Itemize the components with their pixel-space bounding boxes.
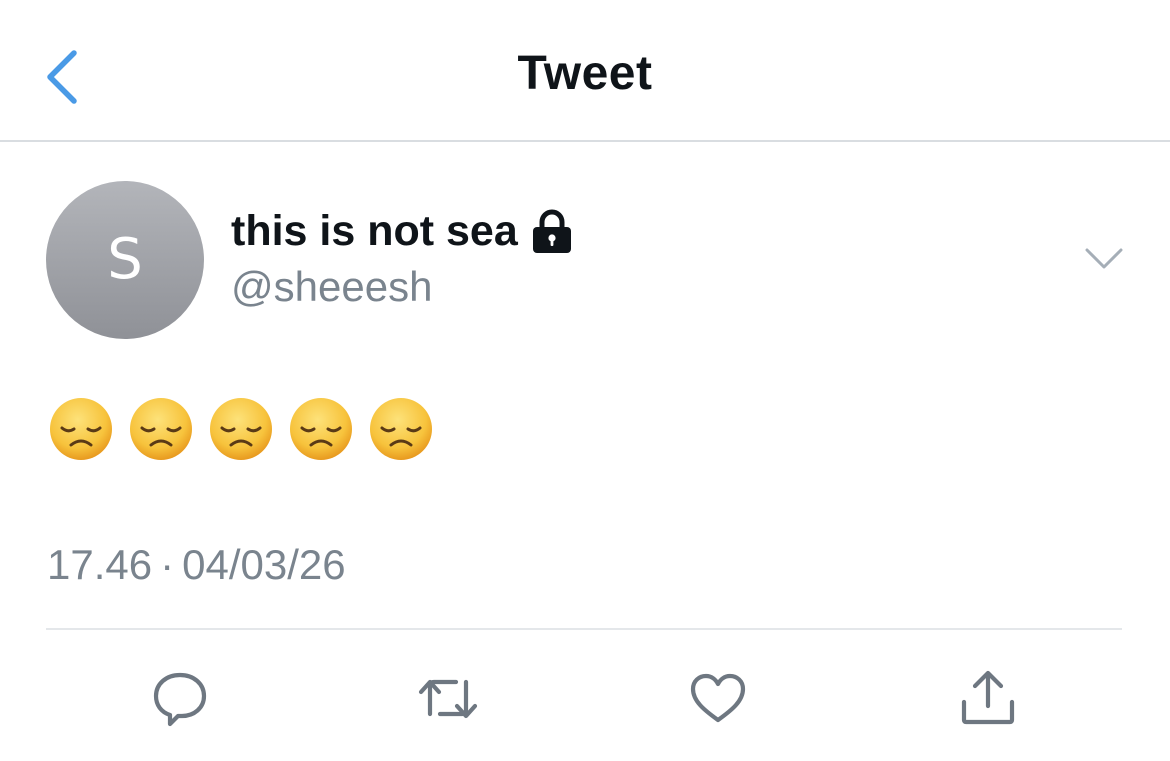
- disappointed-face-icon: [210, 398, 272, 460]
- tweet-text: [48, 396, 434, 462]
- chevron-down-icon[interactable]: [1084, 246, 1124, 272]
- disappointed-face-icon: [50, 398, 112, 460]
- heart-icon: [690, 673, 746, 723]
- display-name: this is not sea: [231, 206, 518, 255]
- disappointed-face-icon: [290, 398, 352, 460]
- lock-icon: [532, 209, 571, 253]
- author-name-row[interactable]: this is not sea: [231, 208, 574, 254]
- share-icon: [961, 670, 1015, 725]
- actions-divider: [46, 628, 1122, 630]
- share-button[interactable]: [956, 666, 1020, 730]
- avatar-initial: S: [107, 227, 143, 292]
- tweet-timestamp: 17.46 · 04/03/26: [47, 544, 346, 586]
- retweet-button[interactable]: [416, 666, 480, 730]
- comment-bubble-icon: [153, 672, 207, 727]
- disappointed-face-icon: [370, 398, 432, 460]
- tweet-detail-screen: Tweet S this is not sea @sheeesh 17.46 ·…: [0, 0, 1170, 761]
- tweet-time: 17.46: [47, 541, 153, 588]
- nav-bar: Tweet: [0, 0, 1170, 142]
- timestamp-separator: ·: [160, 541, 175, 588]
- disappointed-face-icon: [130, 398, 192, 460]
- avatar[interactable]: S: [46, 181, 204, 339]
- user-handle[interactable]: @sheeesh: [231, 266, 432, 308]
- tweet-date: 04/03/26: [182, 541, 346, 588]
- page-title: Tweet: [517, 47, 653, 100]
- like-button[interactable]: [686, 666, 750, 730]
- reply-button[interactable]: [148, 666, 212, 730]
- retweet-icon: [418, 679, 478, 719]
